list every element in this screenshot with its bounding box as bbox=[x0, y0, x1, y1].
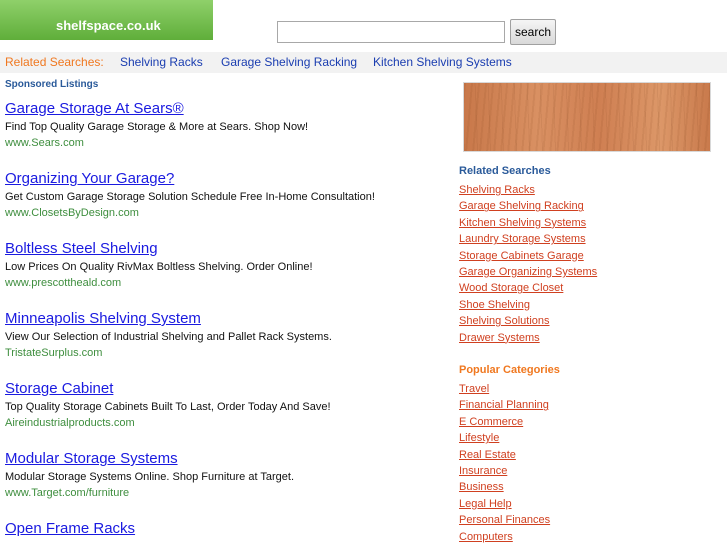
listing-title[interactable]: Garage Storage At Sears® bbox=[5, 100, 425, 118]
sidebar-popular-item: Travel bbox=[459, 380, 550, 396]
sponsored-listing: Storage Cabinet Top Quality Storage Cabi… bbox=[5, 380, 425, 430]
top-related-link[interactable]: Garage Shelving Racking bbox=[221, 52, 357, 73]
listing-description: Top Quality Storage Cabinets Built To La… bbox=[5, 401, 331, 413]
sponsored-listing: Boltless Steel Shelving Low Prices On Qu… bbox=[5, 240, 425, 290]
listing-url[interactable]: www.ClosetsByDesign.com bbox=[5, 206, 425, 220]
sidebar-related-link[interactable]: Drawer Systems bbox=[459, 332, 540, 344]
sidebar-popular-link[interactable]: Computers bbox=[459, 531, 513, 543]
sponsored-listing: Open Frame Racks bbox=[5, 520, 425, 538]
listing-title[interactable]: Minneapolis Shelving System bbox=[5, 310, 425, 328]
sidebar-related-item: Kitchen Shelving Systems bbox=[459, 214, 597, 230]
sidebar-popular-list: Travel Financial Planning E Commerce Lif… bbox=[459, 380, 550, 544]
listing-title[interactable]: Open Frame Racks bbox=[5, 520, 425, 538]
sidebar-popular-item: Lifestyle bbox=[459, 429, 550, 445]
sidebar-popular-link[interactable]: Lifestyle bbox=[459, 432, 499, 444]
sponsored-listing: Organizing Your Garage? Get Custom Garag… bbox=[5, 170, 425, 220]
sidebar-related-item: Shoe Shelving bbox=[459, 296, 597, 312]
sidebar-related-item: Shelving Solutions bbox=[459, 312, 597, 328]
listing-title[interactable]: Modular Storage Systems bbox=[5, 450, 425, 468]
sidebar-related-link[interactable]: Garage Organizing Systems bbox=[459, 266, 597, 278]
listing-description: View Our Selection of Industrial Shelvin… bbox=[5, 331, 332, 343]
listing-description: Find Top Quality Garage Storage & More a… bbox=[5, 121, 309, 133]
listing-title[interactable]: Boltless Steel Shelving bbox=[5, 240, 425, 258]
listing-title[interactable]: Organizing Your Garage? bbox=[5, 170, 425, 188]
sponsored-listing: Garage Storage At Sears® Find Top Qualit… bbox=[5, 100, 425, 150]
sidebar-popular-link[interactable]: Business bbox=[459, 481, 504, 493]
sidebar-related-item: Drawer Systems bbox=[459, 329, 597, 345]
sidebar-related-item: Storage Cabinets Garage bbox=[459, 247, 597, 263]
sidebar-related-link[interactable]: Wood Storage Closet bbox=[459, 282, 563, 294]
top-related-link[interactable]: Shelving Racks bbox=[120, 52, 203, 73]
sidebar-popular-item: Legal Help bbox=[459, 495, 550, 511]
related-searches-label: Related Searches: bbox=[5, 55, 104, 69]
sidebar-popular-link[interactable]: Legal Help bbox=[459, 498, 512, 510]
sidebar-popular-link[interactable]: Insurance bbox=[459, 465, 507, 477]
top-related-link[interactable]: Kitchen Shelving Systems bbox=[373, 52, 512, 73]
sponsored-listing: Modular Storage Systems Modular Storage … bbox=[5, 450, 425, 500]
listing-url[interactable]: TristateSurplus.com bbox=[5, 346, 425, 360]
sidebar-popular-link[interactable]: Financial Planning bbox=[459, 399, 549, 411]
sidebar-related-link[interactable]: Kitchen Shelving Systems bbox=[459, 217, 586, 229]
sidebar-popular-item: Business bbox=[459, 478, 550, 494]
sponsored-listing: Minneapolis Shelving System View Our Sel… bbox=[5, 310, 425, 360]
sidebar-related-item: Wood Storage Closet bbox=[459, 279, 597, 295]
related-searches-bar: Related Searches: Shelving Racks Garage … bbox=[0, 52, 727, 73]
listing-description: Get Custom Garage Storage Solution Sched… bbox=[5, 191, 375, 203]
sidebar-related-heading: Related Searches bbox=[459, 165, 551, 177]
sidebar-related-link[interactable]: Shelving Racks bbox=[459, 184, 535, 196]
sidebar-popular-item: Personal Finances bbox=[459, 511, 550, 527]
sidebar-related-link[interactable]: Shelving Solutions bbox=[459, 315, 550, 327]
sidebar-related-item: Garage Organizing Systems bbox=[459, 263, 597, 279]
sidebar-related-item: Shelving Racks bbox=[459, 181, 597, 197]
sidebar-popular-item: Real Estate bbox=[459, 446, 550, 462]
sidebar-related-item: Laundry Storage Systems bbox=[459, 230, 597, 246]
listing-title[interactable]: Storage Cabinet bbox=[5, 380, 425, 398]
sponsored-listings-heading: Sponsored Listings bbox=[5, 79, 99, 90]
sidebar-popular-link[interactable]: Personal Finances bbox=[459, 514, 550, 526]
sidebar-popular-heading: Popular Categories bbox=[459, 364, 560, 376]
listing-url[interactable]: www.Target.com/furniture bbox=[5, 486, 425, 500]
sidebar-popular-item: Computers bbox=[459, 528, 550, 544]
listing-url[interactable]: www.prescottheald.com bbox=[5, 276, 425, 290]
sidebar-popular-item: Financial Planning bbox=[459, 396, 550, 412]
sidebar-related-link[interactable]: Garage Shelving Racking bbox=[459, 200, 584, 212]
listing-description: Modular Storage Systems Online. Shop Fur… bbox=[5, 471, 294, 483]
wood-banner-image bbox=[463, 82, 711, 152]
sidebar-related-link[interactable]: Laundry Storage Systems bbox=[459, 233, 586, 245]
sidebar-related-list: Shelving Racks Garage Shelving Racking K… bbox=[459, 181, 597, 345]
listing-url[interactable]: www.Sears.com bbox=[5, 136, 425, 150]
sidebar-popular-item: Insurance bbox=[459, 462, 550, 478]
sidebar-popular-item: E Commerce bbox=[459, 413, 550, 429]
listing-description: Low Prices On Quality RivMax Boltless Sh… bbox=[5, 261, 313, 273]
sidebar-popular-link[interactable]: Real Estate bbox=[459, 449, 516, 461]
listing-url[interactable]: Aireindustrialproducts.com bbox=[5, 416, 425, 430]
sidebar-related-item: Garage Shelving Racking bbox=[459, 197, 597, 213]
search-button[interactable]: search bbox=[510, 19, 556, 45]
sidebar-popular-link[interactable]: E Commerce bbox=[459, 416, 523, 428]
search-input[interactable] bbox=[277, 21, 505, 43]
sidebar-related-link[interactable]: Shoe Shelving bbox=[459, 299, 530, 311]
sidebar-popular-link[interactable]: Travel bbox=[459, 383, 489, 395]
sidebar-related-link[interactable]: Storage Cabinets Garage bbox=[459, 250, 584, 262]
site-logo[interactable]: shelfspace.co.uk bbox=[0, 0, 213, 40]
